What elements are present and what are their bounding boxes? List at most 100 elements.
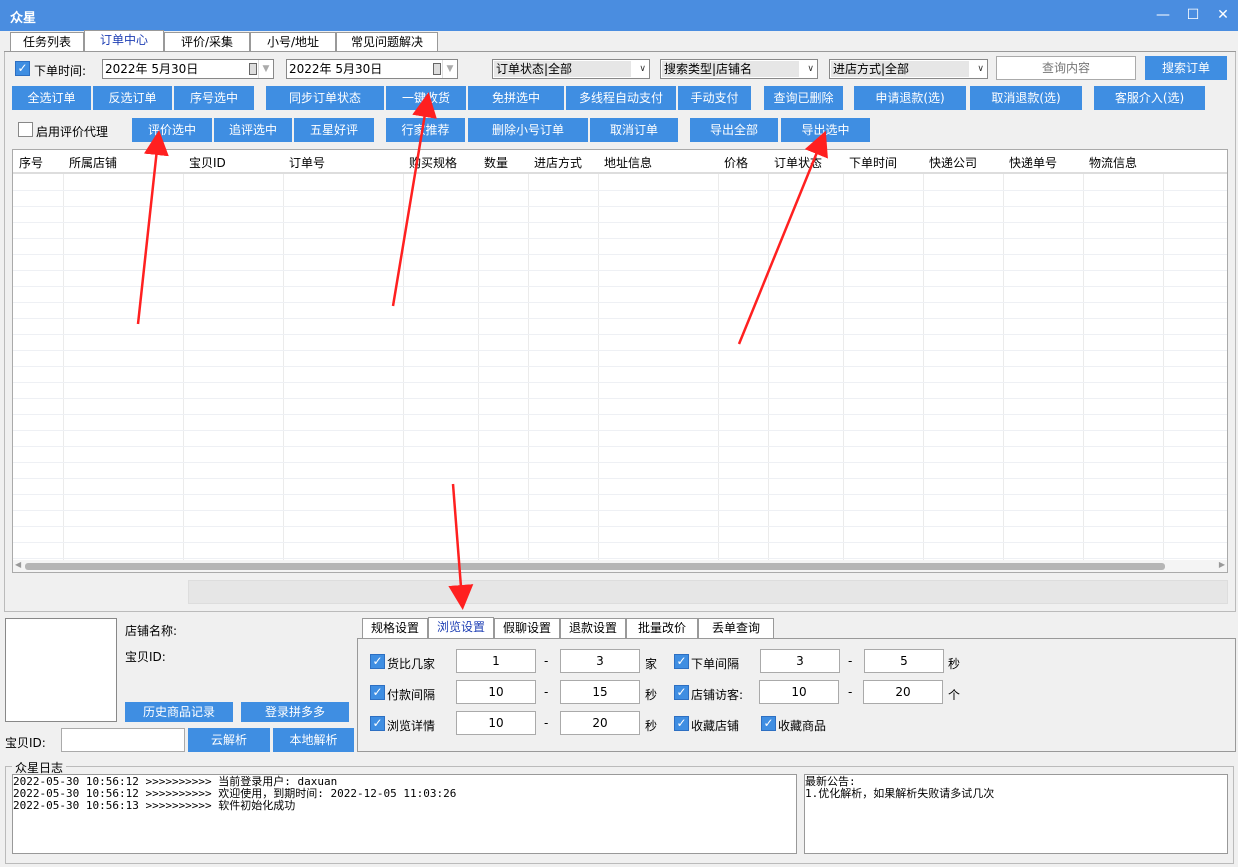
grid-row-line	[13, 238, 1227, 239]
search-order-button[interactable]: 搜索订单	[1145, 56, 1227, 80]
shop-visitors-min[interactable]: 10	[759, 680, 839, 704]
range-dash: -	[848, 685, 853, 699]
order-interval-max[interactable]: 5	[864, 649, 944, 673]
five-star-review-button[interactable]: 五星好评	[294, 118, 374, 142]
enable-proxy-label: 启用评价代理	[36, 125, 109, 139]
subtab-spec-settings[interactable]: 规格设置	[362, 618, 428, 638]
payment-interval-min[interactable]: 10	[456, 680, 536, 704]
column-header[interactable]: 快递单号	[1009, 154, 1057, 171]
expert-recommend-button[interactable]: 行家推荐	[386, 118, 465, 142]
grid-row-line	[13, 334, 1227, 335]
order-status-select[interactable]: 订单状态|全部 ∨	[492, 59, 650, 79]
order-interval-checkbox[interactable]: ✓	[674, 654, 689, 669]
column-header[interactable]: 所属店铺	[69, 154, 117, 171]
minimize-icon[interactable]: —	[1150, 3, 1176, 27]
free-group-select-button[interactable]: 免拼选中	[468, 86, 564, 110]
grid-row-line	[13, 206, 1227, 207]
column-header[interactable]: 数量	[484, 154, 508, 171]
column-header[interactable]: 订单状态	[774, 154, 822, 171]
orders-table[interactable]: 序号 所属店铺 宝贝ID 订单号 购买规格 数量 进店方式 地址信息 价格 订单…	[12, 149, 1228, 573]
subtab-fake-chat-settings[interactable]: 假聊设置	[494, 618, 560, 638]
column-header[interactable]: 下单时间	[849, 154, 897, 171]
cloud-parse-button[interactable]: 云解析	[188, 728, 270, 752]
review-selected-button[interactable]: 评价选中	[132, 118, 212, 142]
cancel-refund-button[interactable]: 取消退款(选)	[970, 86, 1082, 110]
item-id-input[interactable]	[61, 728, 185, 752]
enable-proxy-checkbox[interactable]	[18, 122, 33, 137]
multithread-autopay-button[interactable]: 多线程自动支付	[566, 86, 676, 110]
tab-account-address[interactable]: 小号/地址	[250, 32, 336, 52]
column-header[interactable]: 进店方式	[534, 154, 582, 171]
follow-review-button[interactable]: 追评选中	[214, 118, 292, 142]
cancel-order-button[interactable]: 取消订单	[590, 118, 678, 142]
log-output[interactable]: 2022-05-30 10:56:12 >>>>>>>>>> 当前登录用户: d…	[12, 774, 797, 854]
order-interval-min[interactable]: 3	[760, 649, 840, 673]
column-header[interactable]: 价格	[724, 154, 748, 171]
subtab-lost-order-query[interactable]: 丢单查询	[698, 618, 774, 638]
subtab-browse-settings[interactable]: 浏览设置	[428, 617, 494, 639]
chevron-down-icon[interactable]: ∨	[977, 60, 984, 78]
sync-order-status-button[interactable]: 同步订单状态	[266, 86, 384, 110]
column-header[interactable]: 快递公司	[929, 154, 977, 171]
compare-shops-max[interactable]: 3	[560, 649, 640, 673]
column-header[interactable]: 序号	[19, 154, 43, 171]
tab-task-list[interactable]: 任务列表	[10, 32, 84, 52]
entry-method-select[interactable]: 进店方式|全部 ∨	[829, 59, 988, 79]
tab-order-center[interactable]: 订单中心	[84, 30, 164, 53]
column-header[interactable]: 宝贝ID	[189, 154, 226, 171]
history-items-button[interactable]: 历史商品记录	[125, 702, 233, 722]
login-pdd-button[interactable]: 登录拼多多	[241, 702, 349, 722]
payment-interval-checkbox[interactable]: ✓	[370, 685, 385, 700]
compare-shops-checkbox[interactable]: ✓	[370, 654, 385, 669]
date-start-picker[interactable]: 2022年 5月30日 ▼	[102, 59, 274, 79]
manual-pay-button[interactable]: 手动支付	[678, 86, 751, 110]
shop-visitors-max[interactable]: 20	[863, 680, 943, 704]
export-selected-button[interactable]: 导出选中	[781, 118, 870, 142]
favorite-shop-checkbox[interactable]: ✓	[674, 716, 689, 731]
horizontal-scrollbar[interactable]: ◀ ▶	[13, 560, 1227, 572]
calendar-icon[interactable]	[433, 63, 441, 75]
browse-details-max[interactable]: 20	[560, 711, 640, 735]
shop-visitors-checkbox[interactable]: ✓	[674, 685, 689, 700]
export-all-button[interactable]: 导出全部	[690, 118, 778, 142]
request-refund-button[interactable]: 申请退款(选)	[854, 86, 966, 110]
column-header[interactable]: 购买规格	[409, 154, 457, 171]
grid-row-line	[13, 414, 1227, 415]
search-type-select[interactable]: 搜索类型|店铺名 ∨	[660, 59, 818, 79]
query-input[interactable]: 查询内容	[996, 56, 1136, 80]
browse-details-checkbox[interactable]: ✓	[370, 716, 385, 731]
item-id-input-label: 宝贝ID:	[5, 736, 46, 750]
tab-review-collect[interactable]: 评价/采集	[164, 32, 250, 52]
browse-details-min[interactable]: 10	[456, 711, 536, 735]
local-parse-button[interactable]: 本地解析	[273, 728, 354, 752]
chevron-down-icon[interactable]: ∨	[639, 60, 646, 78]
notice-box[interactable]: 最新公告: 1.优化解析，如果解析失败请多试几次	[804, 774, 1228, 854]
chevron-left-icon[interactable]: ◀	[15, 560, 21, 569]
calendar-icon[interactable]	[249, 63, 257, 75]
subtab-refund-settings[interactable]: 退款设置	[560, 618, 626, 638]
column-header[interactable]: 订单号	[289, 154, 325, 171]
chevron-right-icon[interactable]: ▶	[1219, 560, 1225, 569]
compare-shops-min[interactable]: 1	[456, 649, 536, 673]
one-click-receive-button[interactable]: 一键收货	[386, 86, 466, 110]
column-header[interactable]: 物流信息	[1089, 154, 1137, 171]
select-all-orders-button[interactable]: 全选订单	[12, 86, 91, 110]
payment-interval-max[interactable]: 15	[560, 680, 640, 704]
column-header[interactable]: 地址信息	[604, 154, 652, 171]
chevron-down-icon[interactable]: ∨	[807, 60, 814, 78]
maximize-icon[interactable]: ☐	[1180, 3, 1206, 27]
date-end-picker[interactable]: 2022年 5月30日 ▼	[286, 59, 458, 79]
chevron-down-icon[interactable]: ▼	[442, 60, 457, 78]
close-icon[interactable]: ✕	[1210, 3, 1236, 27]
tab-faq[interactable]: 常见问题解决	[336, 32, 438, 52]
order-time-checkbox[interactable]: ✓	[15, 61, 30, 76]
query-deleted-button[interactable]: 查询已删除	[764, 86, 843, 110]
invert-selection-button[interactable]: 反选订单	[93, 86, 172, 110]
delete-account-orders-button[interactable]: 删除小号订单	[468, 118, 588, 142]
favorite-item-checkbox[interactable]: ✓	[761, 716, 776, 731]
chevron-down-icon[interactable]: ▼	[258, 60, 273, 78]
scrollbar-thumb[interactable]	[25, 563, 1165, 570]
select-by-index-button[interactable]: 序号选中	[174, 86, 254, 110]
customer-service-button[interactable]: 客服介入(选)	[1094, 86, 1205, 110]
subtab-batch-price[interactable]: 批量改价	[626, 618, 698, 638]
